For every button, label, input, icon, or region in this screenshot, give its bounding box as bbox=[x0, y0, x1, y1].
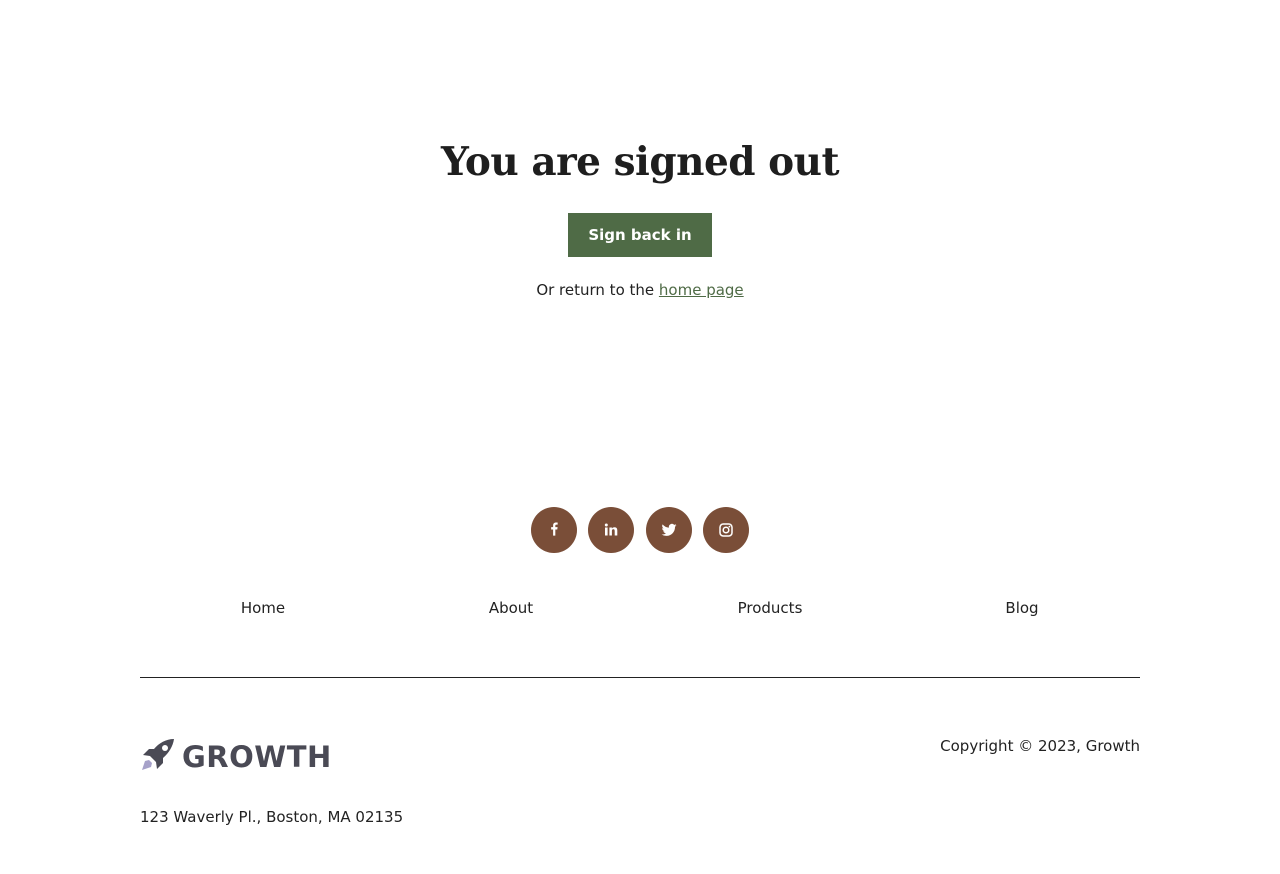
footer-link-blog[interactable]: Blog bbox=[1005, 597, 1038, 619]
instagram-button[interactable] bbox=[703, 507, 749, 553]
facebook-button[interactable] bbox=[531, 507, 577, 553]
twitter-button[interactable] bbox=[646, 507, 692, 553]
twitter-icon bbox=[661, 522, 677, 538]
page-title: You are signed out bbox=[440, 139, 840, 185]
logo-text: GROWTH bbox=[182, 740, 332, 774]
return-prefix-text: Or return to the bbox=[536, 281, 659, 299]
linkedin-icon bbox=[603, 522, 619, 538]
rocket-icon bbox=[140, 738, 176, 776]
return-line: Or return to the home page bbox=[0, 280, 1280, 300]
footer-nav: Home About Products Blog bbox=[0, 597, 1280, 619]
footer-link-about[interactable]: About bbox=[489, 597, 533, 619]
facebook-icon bbox=[546, 522, 562, 538]
footer-link-products[interactable]: Products bbox=[738, 597, 803, 619]
address-text: 123 Waverly Pl., Boston, MA 02135 bbox=[140, 808, 404, 826]
page: You are signed out Sign back in Or retur… bbox=[0, 0, 1280, 874]
copyright-text: Copyright © 2023, Growth bbox=[940, 737, 1140, 755]
linkedin-button[interactable] bbox=[588, 507, 634, 553]
home-page-link[interactable]: home page bbox=[659, 281, 744, 299]
footer-link-home[interactable]: Home bbox=[241, 597, 285, 619]
instagram-icon bbox=[718, 522, 734, 538]
sign-back-in-button[interactable]: Sign back in bbox=[568, 213, 712, 257]
footer-divider bbox=[140, 677, 1140, 678]
social-links bbox=[531, 507, 749, 553]
growth-logo[interactable]: GROWTH bbox=[140, 738, 332, 776]
